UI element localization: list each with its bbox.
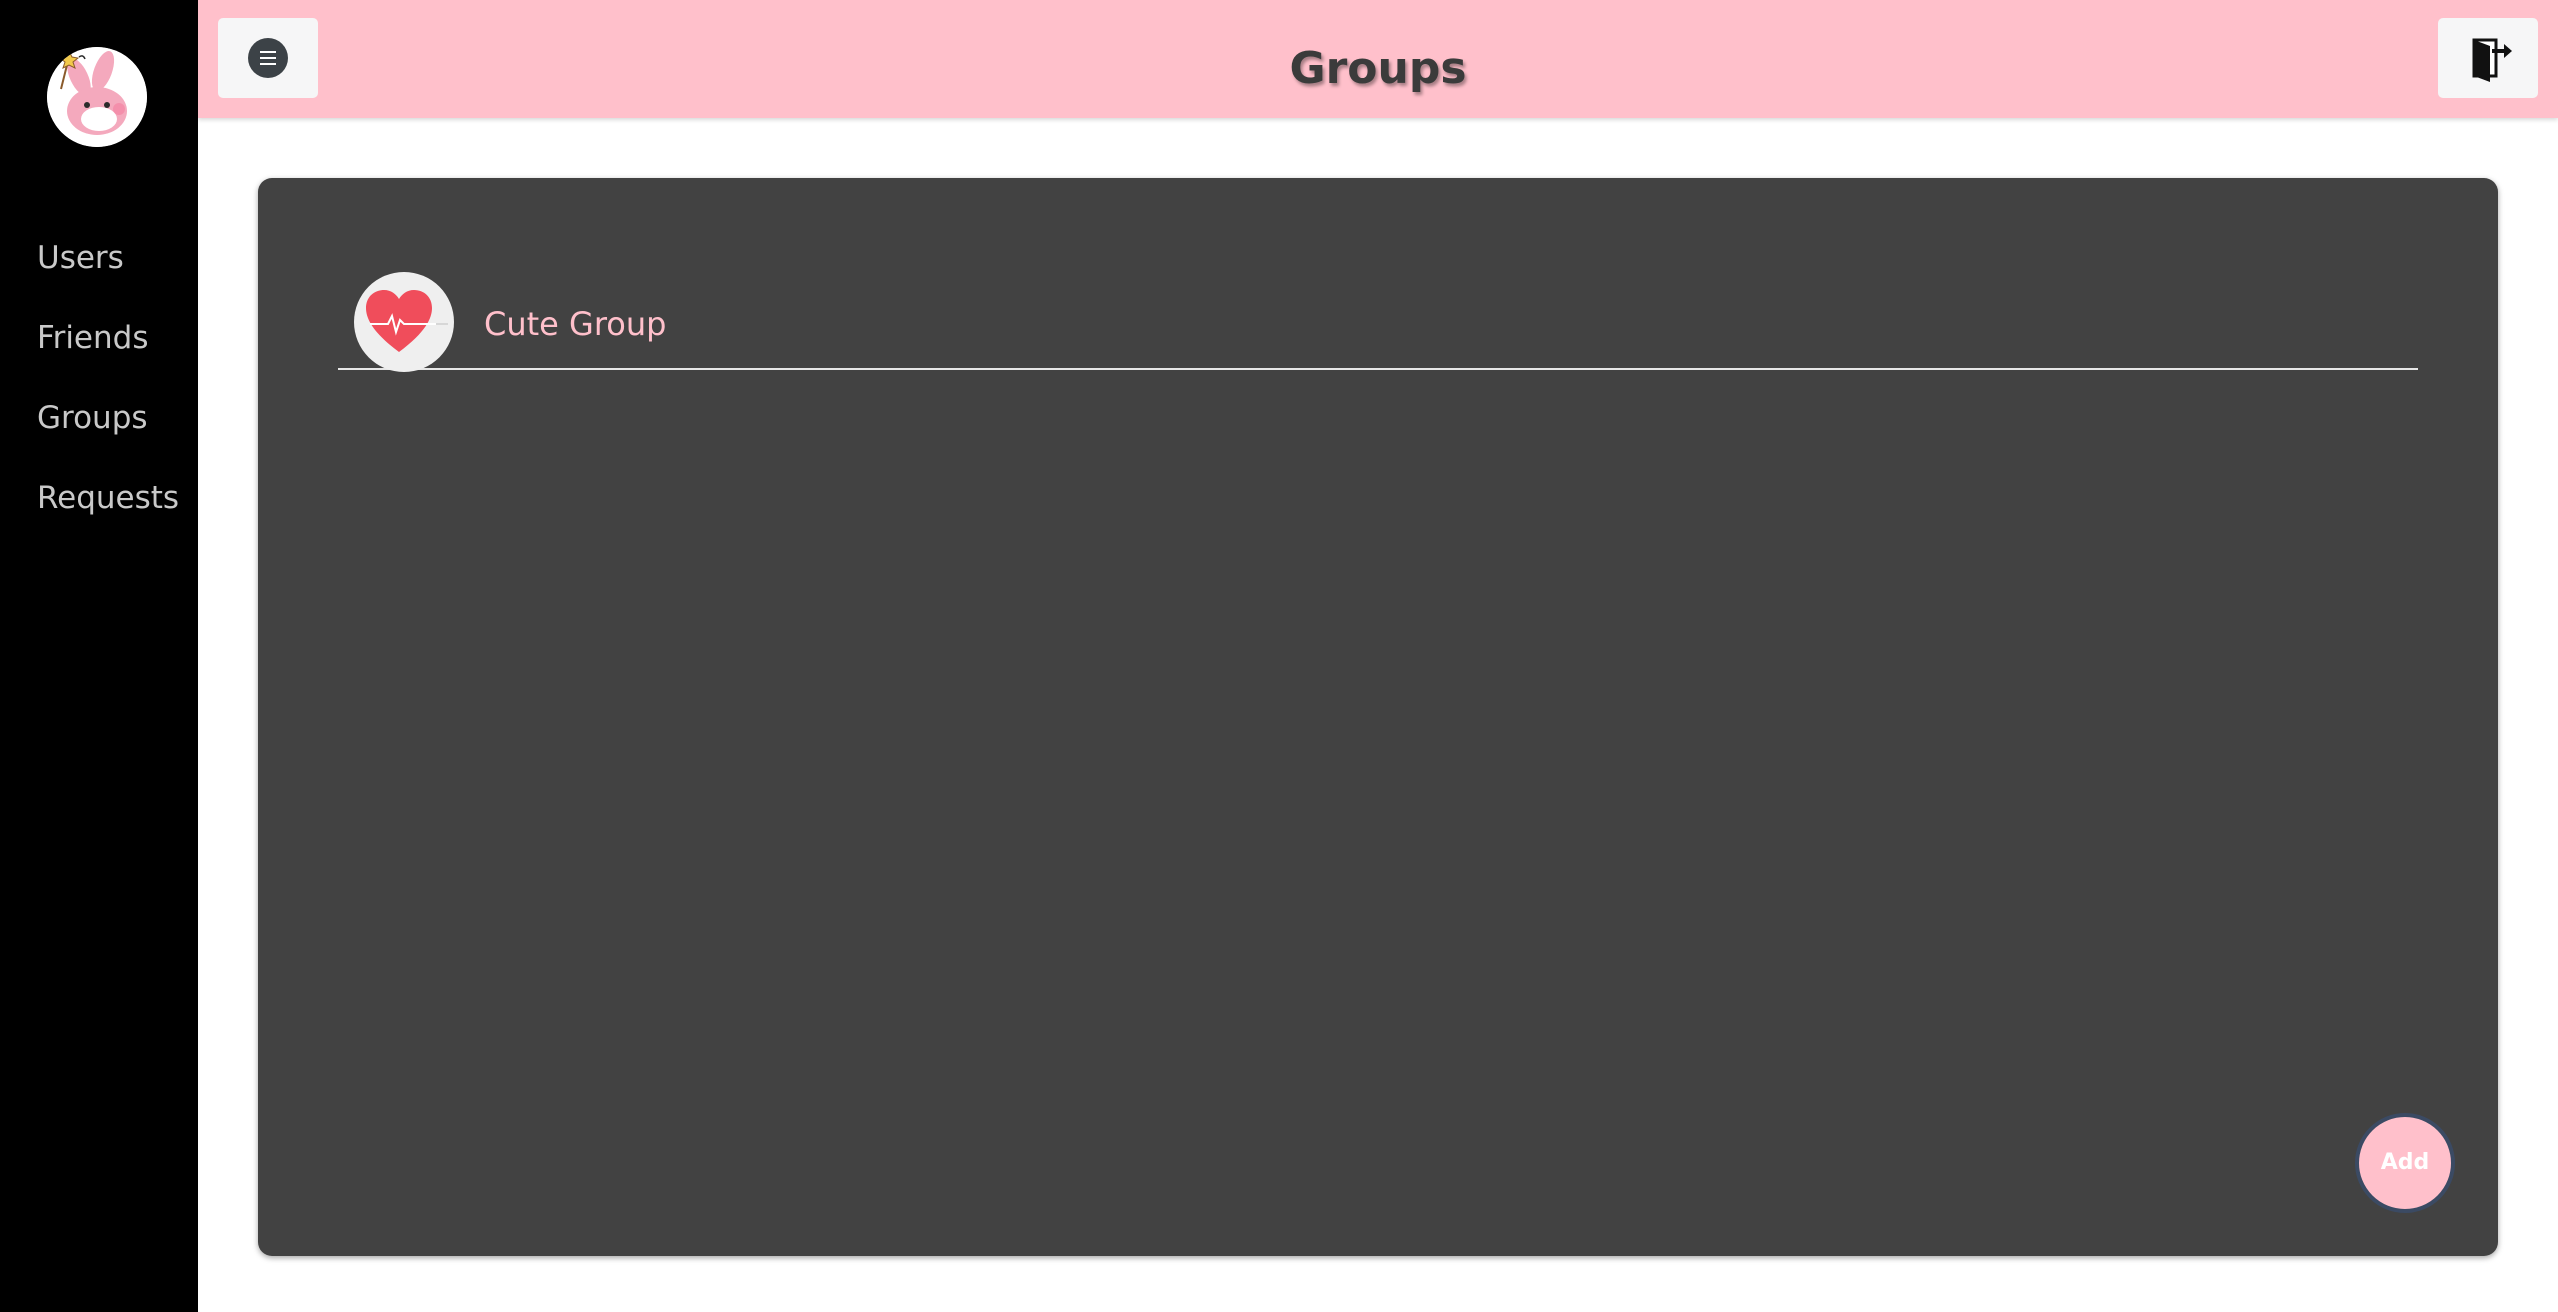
sidebar-nav: Users Friends Groups Requests <box>0 230 198 550</box>
page-title: Groups <box>1289 43 1467 94</box>
sidebar-item-groups[interactable]: Groups <box>0 390 198 470</box>
sidebar-item-requests[interactable]: Requests <box>0 470 198 550</box>
bunny-avatar-icon <box>47 47 147 147</box>
heart-pulse-icon <box>366 290 448 352</box>
app-logo[interactable] <box>47 47 147 147</box>
sidebar: Users Friends Groups Requests <box>0 0 198 1312</box>
group-avatar <box>354 272 454 372</box>
menu-toggle-button[interactable] <box>218 18 318 98</box>
logout-door-icon <box>2472 38 2512 82</box>
sidebar-item-friends[interactable]: Friends <box>0 310 198 390</box>
sidebar-item-users[interactable]: Users <box>0 230 198 310</box>
group-name: Cute Group <box>484 305 667 343</box>
add-group-button[interactable]: Add <box>2355 1113 2455 1213</box>
logout-button[interactable] <box>2438 18 2538 98</box>
group-list-item[interactable]: Cute Group <box>338 272 2418 372</box>
groups-panel: Cute Group Add <box>258 178 2498 1256</box>
top-header: Groups <box>198 0 2558 118</box>
hamburger-menu-icon <box>248 38 288 78</box>
